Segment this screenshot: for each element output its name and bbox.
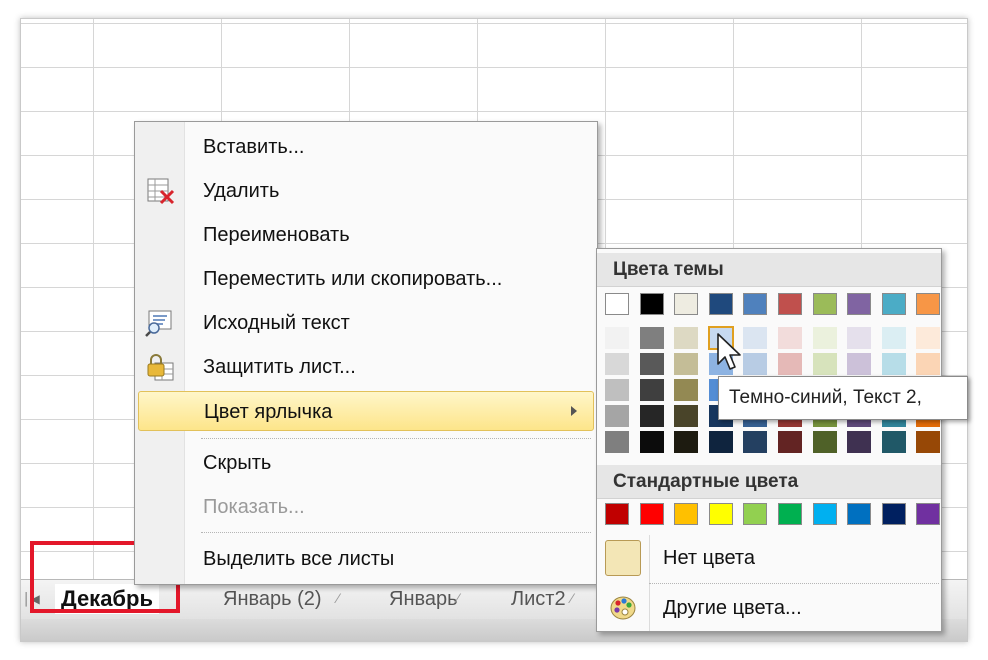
- theme-shade-swatch[interactable]: [639, 379, 664, 401]
- menu-item-move-copy[interactable]: Переместить или скопировать...: [135, 259, 597, 299]
- menu-item-view-code[interactable]: Исходный текст: [135, 303, 597, 343]
- theme-color-swatch[interactable]: [743, 293, 768, 315]
- theme-shade-swatch[interactable]: [881, 431, 906, 453]
- more-colors-label: Другие цвета...: [663, 597, 802, 619]
- menu-item-unhide: Показать...: [135, 487, 597, 527]
- tab-separator: ⁄: [337, 590, 340, 606]
- theme-color-swatch[interactable]: [674, 293, 699, 315]
- theme-shade-swatch[interactable]: [605, 405, 629, 427]
- view-code-icon: [145, 310, 172, 337]
- standard-color-swatch[interactable]: [778, 503, 802, 525]
- theme-shade-swatch[interactable]: [916, 431, 941, 453]
- sheet-tab[interactable]: Январь (2): [217, 584, 328, 614]
- sheet-tab[interactable]: Январь: [383, 584, 464, 614]
- theme-shade-swatch[interactable]: [812, 353, 837, 375]
- menu-item-label: Переместить или скопировать...: [203, 268, 503, 290]
- theme-shade-swatch[interactable]: [708, 431, 733, 453]
- theme-shade-swatch[interactable]: [674, 405, 699, 427]
- menu-item-protect[interactable]: Защитить лист...: [135, 347, 597, 387]
- menu-item-rename[interactable]: Переименовать: [135, 215, 597, 255]
- theme-shade-swatch[interactable]: [674, 353, 699, 375]
- tab-separator: ⁄: [457, 590, 460, 606]
- submenu-arrow-icon: [571, 406, 577, 416]
- theme-shade-swatch[interactable]: [847, 431, 872, 453]
- theme-shade-swatch[interactable]: [881, 353, 906, 375]
- theme-shade-swatch[interactable]: [605, 431, 629, 453]
- standard-color-swatch[interactable]: [639, 503, 664, 525]
- theme-shade-swatch[interactable]: [916, 327, 941, 349]
- theme-color-swatch[interactable]: [847, 293, 872, 315]
- theme-shade-swatch[interactable]: [674, 327, 699, 349]
- theme-color-swatch[interactable]: [708, 293, 733, 315]
- menu-item-label: Защитить лист...: [203, 356, 356, 378]
- menu-item-tab-color[interactable]: Цвет ярлычка: [138, 391, 594, 431]
- theme-shade-swatch[interactable]: [812, 431, 837, 453]
- menu-separator: [201, 438, 591, 439]
- theme-shade-swatch[interactable]: [605, 327, 629, 349]
- theme-shade-swatch[interactable]: [605, 353, 629, 375]
- protect-sheet-icon: [147, 354, 174, 381]
- menu-item-label: Исходный текст: [203, 312, 350, 334]
- menu-item-hide[interactable]: Скрыть: [135, 443, 597, 483]
- theme-color-swatch[interactable]: [639, 293, 664, 315]
- theme-shade-swatch[interactable]: [778, 353, 802, 375]
- menu-item-label: Удалить: [203, 180, 280, 202]
- theme-shade-swatch[interactable]: [778, 431, 802, 453]
- tab-color-submenu: Цвета темы Стандартные цвета Нет цвета Д…: [596, 248, 942, 632]
- theme-shade-swatch[interactable]: [847, 327, 872, 349]
- theme-color-swatch[interactable]: [605, 293, 629, 315]
- theme-shade-swatch[interactable]: [743, 327, 768, 349]
- no-color-swatch: [605, 540, 641, 576]
- theme-colors-header: Цвета темы: [597, 253, 941, 287]
- no-color-label: Нет цвета: [663, 547, 755, 569]
- menu-item-label: Вставить...: [203, 136, 305, 158]
- theme-shade-swatch[interactable]: [674, 431, 699, 453]
- standard-colors-header: Стандартные цвета: [597, 465, 941, 499]
- theme-shade-swatch[interactable]: [881, 327, 906, 349]
- menu-item-label: Показать...: [203, 496, 305, 518]
- theme-shade-swatch[interactable]: [674, 379, 699, 401]
- more-colors-option[interactable]: Другие цвета...: [597, 583, 941, 633]
- standard-color-swatch[interactable]: [674, 503, 699, 525]
- theme-shade-swatch[interactable]: [639, 353, 664, 375]
- theme-shade-swatch[interactable]: [743, 353, 768, 375]
- menu-item-insert[interactable]: Вставить...: [135, 127, 597, 167]
- standard-color-swatch[interactable]: [605, 503, 629, 525]
- theme-shade-swatch[interactable]: [639, 327, 664, 349]
- menu-item-label: Цвет ярлычка: [204, 401, 333, 423]
- theme-shade-swatch[interactable]: [778, 327, 802, 349]
- mouse-cursor-icon: [717, 333, 741, 370]
- menu-item-delete[interactable]: Удалить: [135, 171, 597, 211]
- menu-separator: [201, 532, 591, 533]
- sheet-tab[interactable]: Лист2: [505, 584, 572, 614]
- tab-separator: ⁄: [571, 590, 574, 606]
- standard-color-swatch[interactable]: [847, 503, 872, 525]
- theme-shade-swatch[interactable]: [605, 379, 629, 401]
- theme-shade-swatch[interactable]: [847, 353, 872, 375]
- theme-color-swatch[interactable]: [916, 293, 941, 315]
- standard-color-swatch[interactable]: [916, 503, 941, 525]
- theme-color-swatch[interactable]: [812, 293, 837, 315]
- theme-color-swatch[interactable]: [881, 293, 906, 315]
- menu-item-label: Переименовать: [203, 224, 350, 246]
- theme-color-swatch[interactable]: [778, 293, 802, 315]
- no-color-option[interactable]: Нет цвета: [597, 533, 941, 583]
- theme-shade-swatch[interactable]: [916, 353, 941, 375]
- menu-item-label: Выделить все листы: [203, 548, 395, 570]
- theme-shade-swatch[interactable]: [639, 405, 664, 427]
- menu-item-select-all-sheets[interactable]: Выделить все листы: [135, 539, 597, 579]
- standard-color-swatch[interactable]: [881, 503, 906, 525]
- theme-shade-swatch[interactable]: [743, 431, 768, 453]
- menu-item-label: Скрыть: [203, 452, 272, 474]
- standard-color-swatch[interactable]: [743, 503, 768, 525]
- theme-shade-swatch[interactable]: [812, 327, 837, 349]
- palette-icon: [610, 596, 636, 620]
- color-tooltip: Темно-синий, Текст 2,: [718, 376, 968, 420]
- standard-color-swatch[interactable]: [812, 503, 837, 525]
- theme-shade-swatch[interactable]: [639, 431, 664, 453]
- tab-context-menu: Вставить... Удалить Переименовать Переме…: [134, 121, 598, 585]
- delete-sheet-icon: [147, 178, 175, 205]
- standard-color-swatch[interactable]: [708, 503, 733, 525]
